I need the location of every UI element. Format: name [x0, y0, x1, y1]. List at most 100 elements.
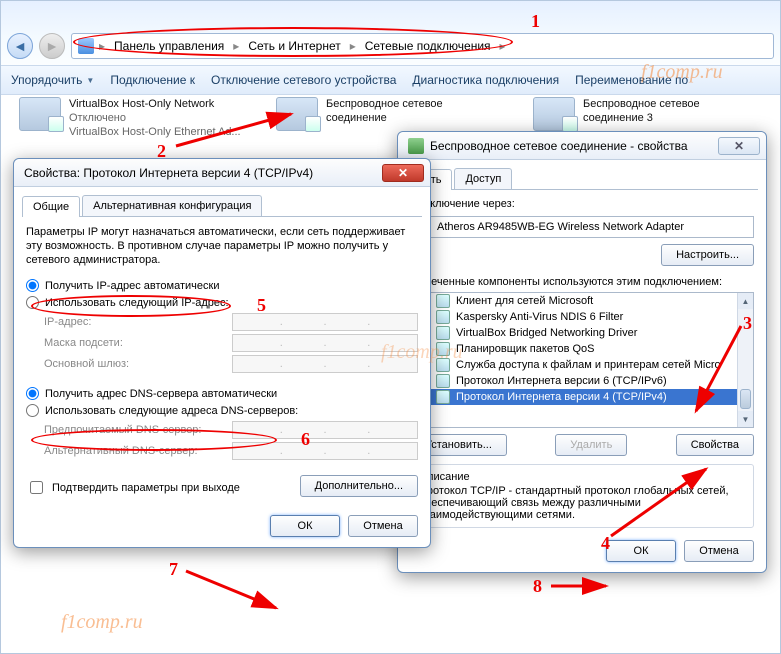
tab-sharing[interactable]: Доступ — [454, 168, 512, 189]
validate-label: Подтвердить параметры при выходе — [52, 482, 240, 494]
net1-title: VirtualBox Host-Only Network — [69, 97, 241, 111]
chevron-right-icon: ▸ — [350, 39, 356, 53]
control-panel-icon — [78, 38, 94, 54]
toolbar-organize-label: Упорядочить — [11, 73, 82, 87]
remove-button: Удалить — [555, 434, 627, 456]
component-row: Клиент для сетей Microsoft — [411, 293, 753, 309]
component-row: VirtualBox Bridged Networking Driver — [411, 325, 753, 341]
connect-via-label: Подключение через: — [410, 198, 754, 210]
net1-desc: VirtualBox Host-Only Ethernet Ad... — [69, 125, 241, 139]
scroll-down-icon[interactable]: ▼ — [738, 411, 753, 427]
toolbar-rename-label: Переименование по — [575, 73, 688, 87]
radio-auto-ip-label: Получить IP-адрес автоматически — [45, 280, 219, 292]
forward-button: ► — [39, 33, 65, 59]
close-button[interactable]: ✕ — [382, 164, 424, 182]
subnet-mask-input: ... — [232, 334, 418, 352]
network-connection-icon — [408, 138, 424, 154]
ok-button[interactable]: OК — [606, 540, 676, 562]
component-icon — [436, 342, 450, 356]
component-label: Планировщик пакетов QoS — [456, 343, 595, 355]
net1-status: Отключено — [69, 111, 241, 125]
close-button[interactable]: ✕ — [718, 137, 760, 155]
cancel-button[interactable]: Отмена — [684, 540, 754, 562]
component-row: Kaspersky Anti-Virus NDIS 6 Filter — [411, 309, 753, 325]
ipv4-description: Параметры IP могут назначаться автоматич… — [26, 225, 418, 267]
explorer-window: ◄ ► ▸ Панель управления ▸ Сеть и Интерне… — [0, 0, 781, 654]
configure-button[interactable]: Настроить... — [661, 244, 754, 266]
cancel-button[interactable]: Отмена — [348, 515, 418, 537]
net3-title: Беспроводное сетевое — [583, 97, 700, 111]
description-text: Протокол TCP/IP - стандартный протокол г… — [419, 485, 745, 521]
radio-manual-dns[interactable] — [26, 404, 39, 417]
radio-auto-ip[interactable] — [26, 279, 39, 292]
validate-checkbox[interactable] — [30, 481, 43, 494]
radio-auto-dns-label: Получить адрес DNS-сервера автоматически — [45, 388, 277, 400]
toolbar-disable[interactable]: Отключение сетевого устройства — [211, 73, 396, 87]
breadcrumb-seg-2[interactable]: Сеть и Интернет — [244, 37, 344, 55]
preferred-dns-label: Предпочитаемый DNS-сервер: — [44, 424, 224, 436]
dialog-titlebar[interactable]: Свойства: Протокол Интернета версии 4 (T… — [14, 159, 430, 187]
component-label: VirtualBox Bridged Networking Driver — [456, 327, 637, 339]
components-label: Отмеченные компоненты используются этим … — [410, 276, 754, 288]
tabs: Сеть Доступ — [406, 168, 758, 190]
net2-title: Беспроводное сетевое — [326, 97, 443, 111]
gateway-input: ... — [232, 355, 418, 373]
breadcrumb[interactable]: ▸ Панель управления ▸ Сеть и Интернет ▸ … — [71, 33, 774, 59]
description-title: Описание — [419, 471, 745, 483]
component-label: Kaspersky Anti-Virus NDIS 6 Filter — [456, 311, 623, 323]
toolbar-connect[interactable]: Подключение к — [110, 73, 195, 87]
net2-title2: соединение — [326, 111, 443, 125]
advanced-button[interactable]: Дополнительно... — [300, 475, 418, 497]
radio-manual-dns-label: Использовать следующие адреса DNS-сервер… — [45, 405, 298, 417]
toolbar-connect-label: Подключение к — [110, 73, 195, 87]
toolbar-disable-label: Отключение сетевого устройства — [211, 73, 396, 87]
scroll-up-icon[interactable]: ▲ — [738, 293, 753, 309]
alt-dns-input: ... — [232, 442, 418, 460]
toolbar-organize[interactable]: Упорядочить ▼ — [11, 73, 94, 87]
radio-auto-dns[interactable] — [26, 387, 39, 400]
component-icon — [436, 358, 450, 372]
scrollbar[interactable]: ▲ ▼ — [737, 293, 753, 427]
chevron-right-icon: ▸ — [233, 39, 239, 53]
radio-manual-ip[interactable] — [26, 296, 39, 309]
dialog-titlebar[interactable]: Беспроводное сетевое соединение - свойст… — [398, 132, 766, 160]
component-label: Служба доступа к файлам и принтерам сете… — [456, 359, 721, 371]
explorer-toolbar: Упорядочить ▼ Подключение к Отключение се… — [1, 65, 780, 95]
component-row: Служба доступа к файлам и принтерам сете… — [411, 357, 753, 373]
properties-button[interactable]: Свойства — [676, 434, 754, 456]
tabs: Общие Альтернативная конфигурация — [22, 195, 422, 217]
gateway-label: Основной шлюз: — [44, 358, 224, 370]
ip-address-input: ... — [232, 313, 418, 331]
dialog-title: Свойства: Протокол Интернета версии 4 (T… — [24, 166, 313, 180]
nav-bar: ◄ ► ▸ Панель управления ▸ Сеть и Интерне… — [7, 29, 774, 63]
alt-dns-label: Альтернативный DNS-сервер: — [44, 445, 224, 457]
network-adapter-icon — [276, 97, 318, 131]
component-label: Протокол Интернета версии 6 (TCP/IPv6) — [456, 375, 667, 387]
component-icon — [436, 294, 450, 308]
toolbar-diagnose[interactable]: Диагностика подключения — [412, 73, 559, 87]
breadcrumb-seg-1[interactable]: Панель управления — [110, 37, 228, 55]
network-adapter-icon — [19, 97, 61, 131]
tab-general[interactable]: Общие — [22, 196, 80, 217]
dialog-ipv4-properties: Свойства: Протокол Интернета версии 4 (T… — [13, 158, 431, 548]
component-icon — [436, 390, 450, 404]
component-icon — [436, 326, 450, 340]
network-item-virtualbox[interactable]: VirtualBox Host-Only Network Отключено V… — [19, 97, 256, 139]
breadcrumb-seg-3[interactable]: Сетевые подключения — [361, 37, 495, 55]
adapter-name: Atheros AR9485WB-EG Wireless Network Ada… — [437, 221, 684, 233]
preferred-dns-input: ... — [232, 421, 418, 439]
component-row-selected: Протокол Интернета версии 4 (TCP/IPv4) — [411, 389, 753, 405]
chevron-down-icon: ▼ — [86, 76, 94, 85]
annotation-7: 7 — [169, 559, 178, 580]
tab-alt-config[interactable]: Альтернативная конфигурация — [82, 195, 262, 216]
component-label: Клиент для сетей Microsoft — [456, 295, 593, 307]
dialog-title: Беспроводное сетевое соединение - свойст… — [430, 139, 688, 153]
component-icon — [436, 310, 450, 324]
back-button[interactable]: ◄ — [7, 33, 33, 59]
scroll-thumb[interactable] — [740, 389, 751, 409]
component-icon — [436, 374, 450, 388]
ok-button[interactable]: ОК — [270, 515, 340, 537]
component-row: Протокол Интернета версии 6 (TCP/IPv6) — [411, 373, 753, 389]
toolbar-rename[interactable]: Переименование по — [575, 73, 688, 87]
components-list[interactable]: Клиент для сетей Microsoft Kaspersky Ant… — [410, 292, 754, 428]
